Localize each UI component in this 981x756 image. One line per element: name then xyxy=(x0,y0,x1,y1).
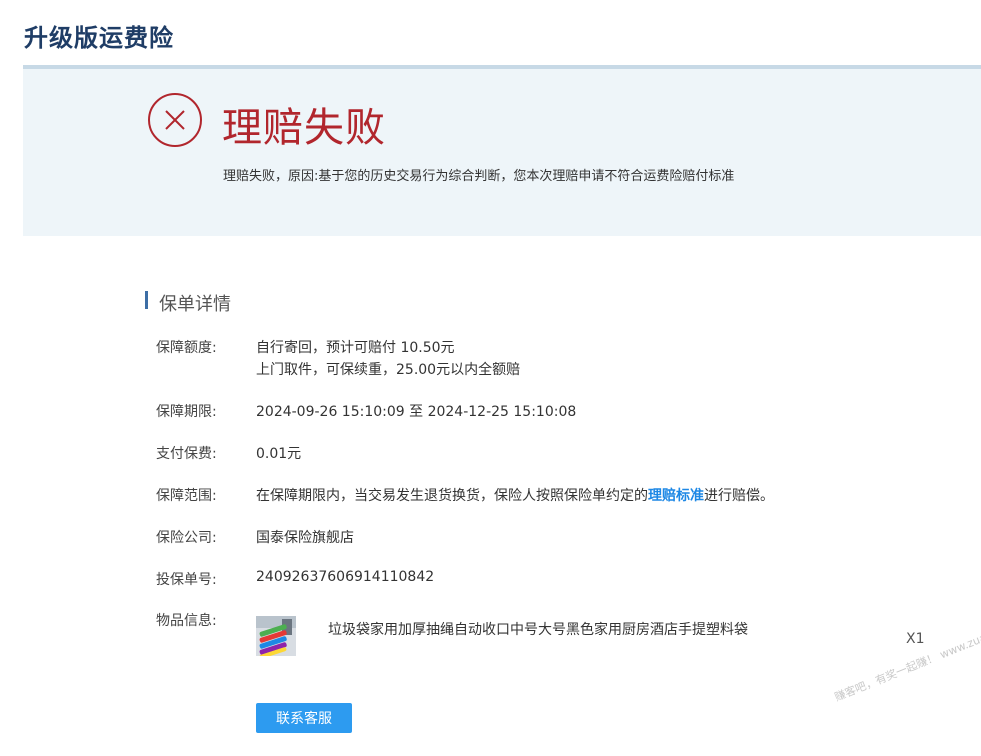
claim-standard-link[interactable]: 理赔标准 xyxy=(648,488,704,504)
period-value: 2024-09-26 15:10:09 至 2024-12-25 15:10:0… xyxy=(256,404,577,420)
scope-text-after: 进行赔偿。 xyxy=(704,488,774,504)
policy-number-label: 投保单号: xyxy=(156,572,217,588)
claim-status-panel: 理赔失败 理赔失败，原因:基于您的历史交易行为综合判断，您本次理赔申请不符合运费… xyxy=(23,65,981,236)
goods-label: 物品信息: xyxy=(156,613,217,629)
close-circle-icon xyxy=(148,93,202,147)
claim-failure-reason: 理赔失败，原因:基于您的历史交易行为综合判断，您本次理赔申请不符合运费险赔付标准 xyxy=(223,169,735,184)
section-title: 保单详情 xyxy=(159,294,231,315)
page-title: 升级版运费险 xyxy=(24,24,174,52)
scope-text-before: 在保障期限内，当交易发生退货换货，保险人按照保险单约定的 xyxy=(256,488,648,504)
product-name[interactable]: 垃圾袋家用加厚抽绳自动收口中号大号黑色家用厨房酒店手提塑料袋 xyxy=(328,620,808,641)
watermark: 赚客吧，有奖一起赚！ www.zuanke8.com xyxy=(832,610,981,704)
policy-details-heading: 保单详情 xyxy=(145,290,231,316)
scope-value: 在保障期限内，当交易发生退货换货，保险人按照保险单约定的理赔标准进行赔偿。 xyxy=(256,485,774,505)
contact-service-button[interactable]: 联系客服 xyxy=(256,703,352,733)
product-thumbnail[interactable] xyxy=(256,616,296,656)
product-quantity: X1 xyxy=(906,631,925,647)
coverage-value-1: 自行寄回，预计可赔付 10.50元 xyxy=(256,340,455,356)
scope-label: 保障范围: xyxy=(156,488,217,504)
period-label: 保障期限: xyxy=(156,404,217,420)
coverage-value-2: 上门取件，可保续重，25.00元以内全额赔 xyxy=(256,362,521,378)
premium-value: 0.01元 xyxy=(256,446,302,462)
company-label: 保险公司: xyxy=(156,530,217,546)
section-marker xyxy=(145,291,148,309)
policy-number-value: 24092637606914110842 xyxy=(256,569,435,585)
claim-status-title: 理赔失败 xyxy=(222,105,386,151)
premium-label: 支付保费: xyxy=(156,446,217,462)
company-value: 国泰保险旗舰店 xyxy=(256,530,354,546)
coverage-label: 保障额度: xyxy=(156,340,217,356)
